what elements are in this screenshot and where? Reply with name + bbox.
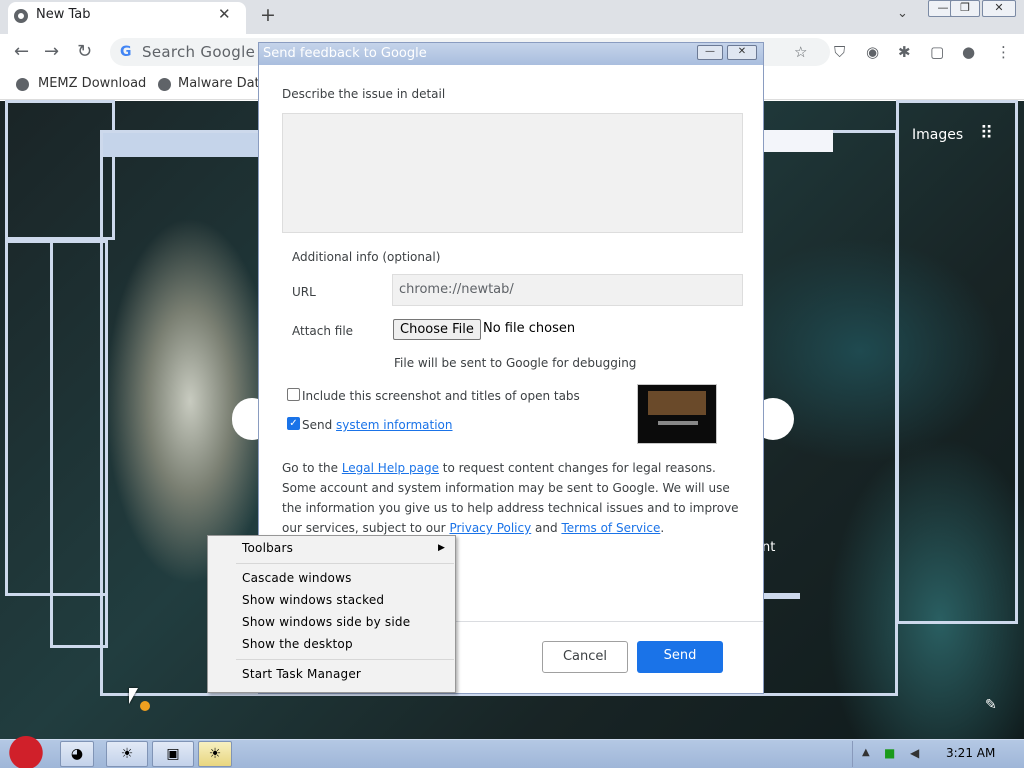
url-label: URL — [292, 285, 316, 299]
legal-text-3: and — [531, 521, 562, 535]
send-prefix: Send — [302, 418, 337, 432]
dialog-close-button[interactable]: ✕ — [727, 45, 757, 60]
no-file-text: No file chosen — [483, 321, 576, 336]
issue-description-textarea[interactable] — [282, 113, 743, 233]
menu-item-cascade[interactable]: Cascade windows — [242, 571, 352, 585]
submenu-arrow-icon: ▶ — [438, 543, 445, 553]
google-apps-icon[interactable]: ⠿ — [980, 124, 1000, 144]
busy-indicator-icon — [140, 701, 150, 711]
legal-text-4: . — [660, 521, 665, 535]
privacy-badger-icon[interactable]: ◉ — [866, 43, 879, 61]
bookmark-favicon-icon — [16, 78, 29, 91]
mouse-cursor-icon — [129, 688, 138, 704]
taskbar-app-icon[interactable]: ▣ — [152, 741, 194, 767]
send-system-info-checkbox[interactable]: ✓ — [287, 417, 300, 430]
dialog-minimize-button[interactable]: — — [697, 45, 723, 60]
tray-divider — [852, 741, 853, 767]
menu-item-show-desktop[interactable]: Show the desktop — [242, 637, 353, 651]
menu-separator — [236, 563, 454, 564]
system-information-link[interactable]: system information — [336, 418, 452, 432]
side-panel-icon[interactable]: ▢ — [930, 43, 944, 61]
profile-icon[interactable]: ● — [962, 43, 975, 61]
taskbar-context-menu: Toolbars ▶ Cascade windows Show windows … — [207, 535, 456, 693]
bookmark-star-icon[interactable]: ☆ — [794, 43, 807, 61]
tray-expand-icon[interactable]: ▲ — [862, 747, 870, 758]
attach-file-label: Attach file — [292, 324, 354, 338]
tab-search-icon[interactable]: ⌄ — [897, 6, 908, 21]
extensions-icon[interactable]: ✱ — [898, 43, 911, 61]
omnibox-placeholder: Search Google or — [142, 43, 277, 61]
network-status-icon[interactable]: ■ — [884, 746, 895, 760]
additional-info-label: Additional info (optional) — [292, 250, 441, 264]
menu-item-toolbars[interactable]: Toolbars — [242, 541, 293, 555]
menu-item-stacked[interactable]: Show windows stacked — [242, 593, 384, 607]
ghost-window-frame — [896, 100, 1018, 624]
send-button[interactable]: Send — [637, 641, 723, 673]
taskbar-chrome-icon[interactable]: ◕ — [60, 741, 94, 767]
tab-title: New Tab — [36, 7, 91, 22]
describe-label: Describe the issue in detail — [282, 87, 446, 101]
choose-file-button[interactable]: Choose File — [393, 319, 481, 340]
clock[interactable]: 3:21 AM — [946, 746, 995, 760]
bookmark-malware-data[interactable]: Malware Data — [178, 76, 268, 91]
chrome-icon — [14, 9, 28, 23]
ghost-window-frame — [764, 593, 800, 599]
ublock-icon[interactable]: ⛉ — [834, 43, 845, 61]
forward-icon[interactable]: → — [44, 41, 59, 62]
taskbar-sun-app-icon[interactable]: ☀ — [106, 741, 148, 767]
ghost-window-frame — [5, 100, 115, 240]
screenshot-thumbnail[interactable] — [637, 384, 717, 444]
bookmark-favicon-icon — [158, 78, 171, 91]
thumb-content — [648, 391, 706, 415]
cancel-button[interactable]: Cancel — [542, 641, 628, 673]
start-button-angry-bird-icon[interactable] — [6, 734, 46, 768]
window-close-button[interactable]: ✕ — [982, 0, 1016, 17]
menu-kebab-icon[interactable]: ⋮ — [996, 43, 1011, 61]
volume-icon[interactable]: ◀ — [910, 746, 919, 760]
include-screenshot-checkbox[interactable] — [287, 388, 300, 401]
legal-help-link[interactable]: Legal Help page — [342, 461, 439, 475]
file-note: File will be sent to Google for debuggin… — [394, 356, 637, 370]
customize-pencil-icon[interactable]: ✎ — [985, 697, 997, 713]
thumb-content — [658, 421, 698, 425]
terms-of-service-link[interactable]: Terms of Service — [561, 521, 660, 535]
google-icon: G — [120, 44, 132, 60]
include-screenshot-label: Include this screenshot and titles of op… — [302, 389, 580, 403]
privacy-policy-link[interactable]: Privacy Policy — [449, 521, 531, 535]
images-link[interactable]: Images — [912, 127, 963, 143]
ghost-text: nt — [762, 540, 776, 555]
bookmark-memz[interactable]: MEMZ Download — [38, 76, 146, 91]
legal-notice: Go to the Legal Help page to request con… — [282, 458, 744, 538]
dialog-title: Send feedback to Google — [263, 46, 427, 61]
back-icon[interactable]: ← — [14, 41, 29, 62]
menu-item-side-by-side[interactable]: Show windows side by side — [242, 615, 410, 629]
taskbar-feedback-app-icon[interactable]: ☀ — [198, 741, 232, 767]
tab-close-icon[interactable]: ✕ — [218, 5, 231, 23]
url-field[interactable]: chrome://newtab/ — [392, 274, 743, 306]
menu-separator — [236, 659, 454, 660]
window-maximize-button[interactable]: ❐ — [950, 0, 980, 17]
send-system-info-label: Send system information — [302, 418, 453, 432]
reload-icon[interactable]: ↻ — [77, 41, 92, 62]
new-tab-button[interactable]: + — [260, 4, 276, 26]
legal-text-1: Go to the — [282, 461, 342, 475]
menu-item-task-manager[interactable]: Start Task Manager — [242, 667, 361, 681]
